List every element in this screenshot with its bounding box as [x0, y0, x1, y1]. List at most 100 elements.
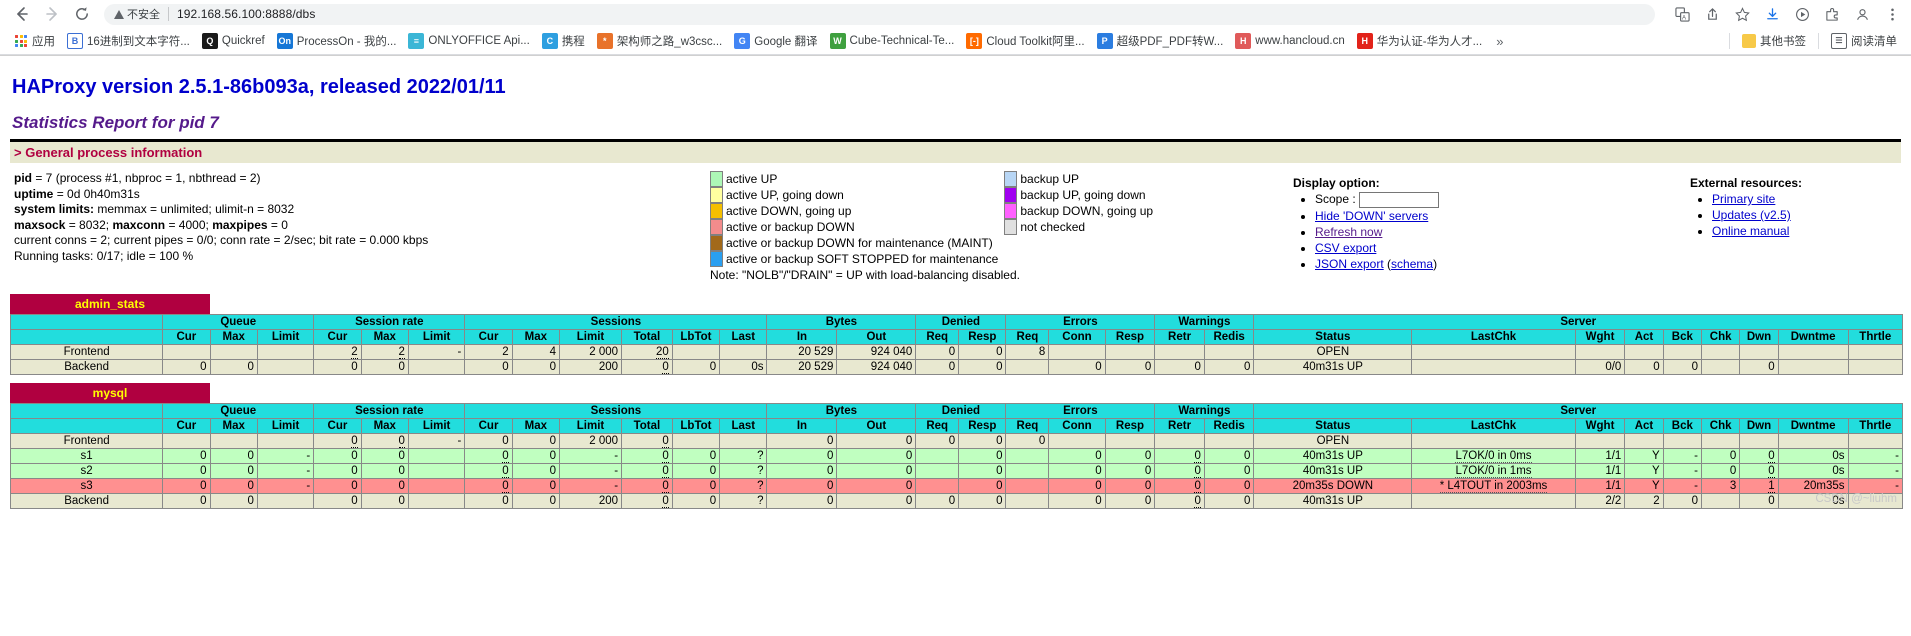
forward-arrow-icon[interactable] — [38, 1, 66, 27]
bookmark-item[interactable]: P 超级PDF_PDF转W... — [1091, 31, 1230, 51]
cell-value-tooltip[interactable]: 0 — [1194, 495, 1201, 508]
bookmark-item[interactable]: W Cube-Technical-Te... — [824, 31, 961, 51]
online-manual-item[interactable]: Online manual — [1712, 223, 1802, 239]
legend-color-swatch — [1004, 187, 1018, 203]
bookmark-star-icon[interactable] — [1731, 3, 1753, 25]
proxy-block: mysql Queue Session rate Sessions Bytes Denie… — [9, 383, 1904, 509]
cell-lbtot: 0 — [671, 478, 721, 494]
cell-value-tooltip[interactable]: 0 — [1768, 450, 1775, 463]
cell-value-tooltip[interactable]: 20 — [655, 346, 669, 359]
bookmark-item[interactable]: G Google 翻译 — [728, 31, 823, 51]
lastchk-link[interactable]: L7OK/0 in 1ms — [1455, 465, 1532, 478]
apps-shortcut[interactable]: 应用 — [8, 31, 61, 51]
back-arrow-icon[interactable] — [8, 1, 36, 27]
cell-value-tooltip[interactable]: 0 — [351, 435, 358, 448]
column-header-chk: Chk — [1700, 329, 1741, 345]
cell-value-tooltip[interactable]: 0 — [1194, 480, 1201, 493]
bookmarks-overflow-button[interactable]: » — [1488, 32, 1511, 51]
json-export-link[interactable]: JSON export — [1315, 257, 1384, 271]
external-resources-panel: External resources: Primary site Updates… — [1690, 176, 1802, 239]
bookmark-item[interactable]: Q Quickref — [196, 31, 271, 51]
bookmark-item[interactable]: [-] Cloud Toolkit阿里... — [960, 31, 1090, 51]
online-manual-link[interactable]: Online manual — [1712, 224, 1789, 238]
page-title: HAProxy version 2.5.1-86b093a, released … — [12, 76, 506, 98]
csv-export-item[interactable]: CSV export — [1315, 240, 1439, 256]
cell-total: 0 — [621, 493, 673, 509]
table-row: Backend 0 0 0 0 0 0 200 0 0? 0 0 0 0 0 0 0 0 40m31s UP 2/2 2… — [9, 493, 1904, 509]
bookmark-item[interactable]: B 16进制到文本字符... — [61, 31, 196, 51]
proxy-name[interactable]: mysql — [10, 383, 210, 403]
primary-site-link[interactable]: Primary site — [1712, 192, 1775, 206]
share-icon[interactable] — [1701, 3, 1723, 25]
cell-value-tooltip[interactable]: 0 — [1194, 450, 1201, 463]
cell-resp: 0 — [958, 344, 1007, 360]
primary-site-item[interactable]: Primary site — [1712, 191, 1802, 207]
chrome-menu-icon[interactable] — [1881, 3, 1903, 25]
other-bookmarks-button[interactable]: 其他书签 — [1736, 31, 1812, 51]
cell-value-tooltip[interactable]: 0 — [662, 465, 669, 478]
cell-resp: 0 — [958, 359, 1007, 375]
profile-avatar-icon[interactable] — [1851, 3, 1873, 25]
lastchk-link[interactable]: * L4TOUT in 2003ms — [1439, 480, 1548, 493]
cell-value-tooltip[interactable]: 1 — [1768, 480, 1775, 493]
cell-value-tooltip[interactable]: 0 — [1194, 465, 1201, 478]
cell-value-tooltip[interactable]: 0 — [502, 450, 509, 463]
hide-down-servers-link[interactable]: Hide 'DOWN' servers — [1315, 209, 1428, 223]
csv-export-link[interactable]: CSV export — [1315, 241, 1376, 255]
reading-list-button[interactable]: ☰ 阅读清单 — [1825, 31, 1903, 51]
cell-value-tooltip[interactable]: 0 — [662, 361, 669, 374]
cell-value-tooltip[interactable]: 0 — [662, 480, 669, 493]
refresh-now-link[interactable]: Refresh now — [1315, 225, 1382, 239]
cell-out: 0 — [836, 448, 917, 464]
cell-limit — [256, 493, 315, 509]
column-header-blank — [9, 329, 164, 345]
translate-icon[interactable]: A — [1671, 3, 1693, 25]
extensions-icon[interactable] — [1821, 3, 1843, 25]
lastchk-link[interactable]: L7OK/0 in 0ms — [1455, 450, 1532, 463]
proxy-name[interactable]: admin_stats — [10, 294, 210, 314]
scope-input[interactable] — [1359, 191, 1440, 208]
cell-value-tooltip[interactable]: 0 — [662, 435, 669, 448]
reload-icon[interactable] — [68, 1, 96, 27]
json-export-item[interactable]: JSON export (schema) — [1315, 256, 1439, 272]
cell-value-tooltip[interactable]: 0 — [502, 480, 509, 493]
refresh-now-item[interactable]: Refresh now — [1315, 224, 1439, 240]
cell-max — [209, 344, 258, 360]
cell-total: 0 — [621, 359, 673, 375]
legend-label: backup UP — [1020, 171, 1080, 186]
bookmark-label: www.hancloud.cn — [1255, 35, 1345, 47]
not-secure-indicator[interactable]: 不安全 — [114, 6, 160, 22]
cell-max: 0 — [209, 493, 258, 509]
cell-limit: - — [256, 478, 315, 494]
favicon-icon: P — [1096, 33, 1113, 49]
cell-value-tooltip[interactable]: 0 — [662, 450, 669, 463]
cell-in: 0 — [766, 463, 838, 479]
cell-chk: 0 — [1700, 463, 1741, 479]
bookmark-item[interactable]: Hwww.hancloud.cn — [1229, 31, 1351, 51]
updates-link[interactable]: Updates (v2.5) — [1712, 208, 1791, 222]
cell-cur: 2 — [313, 344, 362, 360]
bookmark-label: Google 翻译 — [754, 36, 818, 48]
bookmark-item[interactable]: C 携程 — [536, 31, 591, 51]
cell-value-tooltip[interactable]: 0 — [398, 435, 405, 448]
favicon-icon: * — [596, 33, 613, 49]
bookmark-list: B 16进制到文本字符... Q Quickref On ProcessOn - 我的..… — [61, 31, 1488, 51]
downloads-icon[interactable] — [1761, 3, 1783, 25]
cell-value-tooltip[interactable]: 2 — [351, 346, 358, 359]
column-group-blank — [9, 314, 164, 330]
media-icon[interactable] — [1791, 3, 1813, 25]
cell-value-tooltip[interactable]: 2 — [398, 346, 405, 359]
cell-value-tooltip[interactable]: 0 — [1768, 465, 1775, 478]
bookmark-item[interactable]: * 架构师之路_w3csc... — [591, 31, 728, 51]
cell-value-tooltip[interactable]: 0 — [662, 495, 669, 508]
hide-down-servers-item[interactable]: Hide 'DOWN' servers — [1315, 208, 1439, 224]
cell-value-tooltip[interactable]: 0 — [502, 465, 509, 478]
address-bar[interactable]: 不安全 192.168.56.100:8888/dbs — [104, 3, 1655, 25]
json-schema-link[interactable]: schema — [1391, 257, 1433, 271]
updates-item[interactable]: Updates (v2.5) — [1712, 207, 1802, 223]
cell-req: 0 — [915, 359, 960, 375]
bookmark-item[interactable]: H 华为认证-华为人才... — [1351, 31, 1488, 51]
bookmark-item[interactable]: On ProcessOn - 我的... — [271, 31, 403, 51]
column-group-sessions: Sessions — [464, 314, 768, 330]
bookmark-item[interactable]: ≡ ONLYOFFICE Api... — [402, 31, 535, 51]
